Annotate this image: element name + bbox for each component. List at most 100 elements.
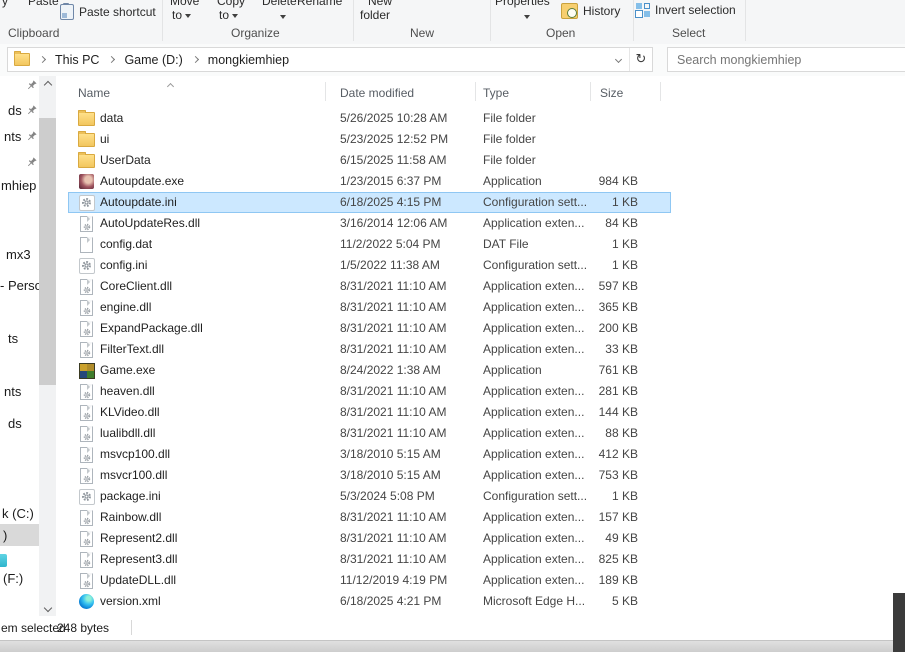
file-row[interactable]: engine.dll8/31/2021 11:10 AMApplication … [57, 297, 905, 318]
file-name[interactable]: lualibdll.dll [100, 423, 325, 444]
paste-shortcut-button[interactable]: Paste shortcut [60, 4, 156, 20]
file-name[interactable]: config.dat [100, 234, 325, 255]
file-name[interactable]: config.ini [100, 255, 325, 276]
file-row[interactable]: Game.exe8/24/2022 1:38 AMApplication761 … [57, 360, 905, 381]
file-name[interactable]: ui [100, 129, 325, 150]
scroll-down-button[interactable] [39, 599, 56, 616]
file-row[interactable]: UpdateDLL.dll11/12/2019 4:19 PMApplicati… [57, 570, 905, 591]
properties-button[interactable]: Properties [495, 0, 550, 8]
file-row[interactable]: UserData6/15/2025 11:58 AMFile folder [57, 150, 905, 171]
copy-button[interactable]: y [2, 0, 8, 8]
column-separator[interactable] [325, 82, 326, 101]
file-row[interactable]: config.dat11/2/2022 5:04 PMDAT File1 KB [57, 234, 905, 255]
search-box[interactable] [667, 47, 905, 72]
file-row[interactable]: msvcp100.dll3/18/2010 5:15 AMApplication… [57, 444, 905, 465]
ini-gear-icon [78, 255, 95, 276]
invert-selection-button[interactable]: Invert selection [636, 3, 736, 17]
pin-icon [26, 156, 37, 171]
move-to-button[interactable]: Move [170, 0, 199, 8]
file-row[interactable]: package.ini5/3/2024 5:08 PMConfiguration… [57, 486, 905, 507]
refresh-button[interactable]: ↻ [630, 48, 652, 71]
address-toolbar: This PC Game (D:) mongkiemhiep ↻ [0, 44, 905, 77]
column-headers: Name Date modified Type Size [57, 78, 905, 102]
properties-dropdown[interactable] [521, 9, 530, 23]
file-row[interactable]: version.xml6/18/2025 4:21 PMMicrosoft Ed… [57, 591, 905, 612]
search-input[interactable] [668, 48, 905, 71]
file-row[interactable]: Autoupdate.exe1/23/2015 6:37 PMApplicati… [57, 171, 905, 192]
ribbon-group-select: Select [672, 26, 705, 40]
breadcrumb-this-pc[interactable]: This PC [53, 53, 101, 67]
file-row[interactable]: FilterText.dll8/31/2021 11:10 AMApplicat… [57, 339, 905, 360]
file-name[interactable]: version.xml [100, 591, 325, 612]
file-name[interactable]: ExpandPackage.dll [100, 318, 325, 339]
file-row[interactable]: Represent2.dll8/31/2021 11:10 AMApplicat… [57, 528, 905, 549]
file-name[interactable]: heaven.dll [100, 381, 325, 402]
delete-button[interactable]: Delete [262, 0, 297, 8]
file-name[interactable]: CoreClient.dll [100, 276, 325, 297]
file-name[interactable]: KLVideo.dll [100, 402, 325, 423]
file-row[interactable]: Autoupdate.ini6/18/2025 4:15 PMConfigura… [57, 192, 905, 213]
file-row[interactable]: Rainbow.dll8/31/2021 11:10 AMApplication… [57, 507, 905, 528]
column-separator[interactable] [475, 82, 476, 101]
scroll-up-button[interactable] [39, 76, 56, 93]
file-row[interactable]: config.ini1/5/2022 11:38 AMConfiguration… [57, 255, 905, 276]
breadcrumb-folder[interactable]: mongkiemhiep [206, 53, 291, 67]
file-row[interactable]: msvcr100.dll3/18/2010 5:15 AMApplication… [57, 465, 905, 486]
file-name[interactable]: package.ini [100, 486, 325, 507]
file-date-modified: 3/18/2010 5:15 AM [340, 444, 475, 465]
file-name[interactable]: AutoUpdateRes.dll [100, 213, 325, 234]
new-folder-button[interactable]: New [368, 0, 392, 8]
sidebar-scrollbar[interactable] [39, 76, 56, 616]
file-name[interactable]: UserData [100, 150, 325, 171]
file-name[interactable]: FilterText.dll [100, 339, 325, 360]
file-name[interactable]: Represent3.dll [100, 549, 325, 570]
file-date-modified: 8/31/2021 11:10 AM [340, 276, 475, 297]
file-name[interactable]: engine.dll [100, 297, 325, 318]
column-header-name[interactable]: Name [78, 86, 110, 100]
file-row[interactable]: Represent3.dll8/31/2021 11:10 AMApplicat… [57, 549, 905, 570]
delete-dropdown[interactable] [277, 9, 286, 23]
address-dropdown-button[interactable] [607, 48, 629, 71]
column-separator[interactable] [660, 82, 661, 101]
paste-button[interactable]: Paste [28, 0, 59, 8]
history-button[interactable]: History [561, 3, 620, 19]
column-separator[interactable] [590, 82, 591, 101]
column-header-size[interactable]: Size [600, 86, 623, 100]
file-icon [78, 234, 95, 255]
ribbon-separator [353, 0, 354, 41]
ribbon-group-new: New [410, 26, 434, 40]
file-name[interactable]: Represent2.dll [100, 528, 325, 549]
column-header-date-modified[interactable]: Date modified [340, 86, 414, 100]
file-name[interactable]: data [100, 108, 325, 129]
move-to-button-line2[interactable]: to [172, 8, 191, 22]
column-header-type[interactable]: Type [483, 86, 509, 100]
file-row[interactable]: CoreClient.dll8/31/2021 11:10 AMApplicat… [57, 276, 905, 297]
file-name[interactable]: Game.exe [100, 360, 325, 381]
ribbon-separator [633, 0, 634, 41]
dll-file-icon [78, 423, 95, 444]
file-name[interactable]: Autoupdate.ini [100, 192, 325, 213]
rename-button[interactable]: Rename [297, 0, 342, 8]
file-name[interactable]: Autoupdate.exe [100, 171, 325, 192]
new-folder-button-line2[interactable]: folder [360, 8, 390, 22]
file-name[interactable]: Rainbow.dll [100, 507, 325, 528]
file-row[interactable]: AutoUpdateRes.dll3/16/2014 12:06 AMAppli… [57, 213, 905, 234]
file-name[interactable]: msvcp100.dll [100, 444, 325, 465]
file-name[interactable]: msvcr100.dll [100, 465, 325, 486]
copy-to-button-line2[interactable]: to [219, 8, 238, 22]
copy-to-button[interactable]: Copy [217, 0, 245, 8]
scrollbar-thumb[interactable] [39, 118, 56, 385]
dll-file-icon [78, 318, 95, 339]
file-row[interactable]: lualibdll.dll8/31/2021 11:10 AMApplicati… [57, 423, 905, 444]
file-row[interactable]: ExpandPackage.dll8/31/2021 11:10 AMAppli… [57, 318, 905, 339]
address-bar[interactable]: This PC Game (D:) mongkiemhiep ↻ [7, 47, 653, 72]
file-row[interactable]: heaven.dll8/31/2021 11:10 AMApplication … [57, 381, 905, 402]
address-folder-icon [14, 53, 30, 66]
file-row[interactable]: ui5/23/2025 12:52 PMFile folder [57, 129, 905, 150]
ribbon-group-open: Open [546, 26, 575, 40]
file-row[interactable]: data5/26/2025 10:28 AMFile folder [57, 108, 905, 129]
file-row[interactable]: KLVideo.dll8/31/2021 11:10 AMApplication… [57, 402, 905, 423]
breadcrumb-drive[interactable]: Game (D:) [122, 53, 184, 67]
file-size: 753 KB [548, 465, 638, 486]
file-name[interactable]: UpdateDLL.dll [100, 570, 325, 591]
